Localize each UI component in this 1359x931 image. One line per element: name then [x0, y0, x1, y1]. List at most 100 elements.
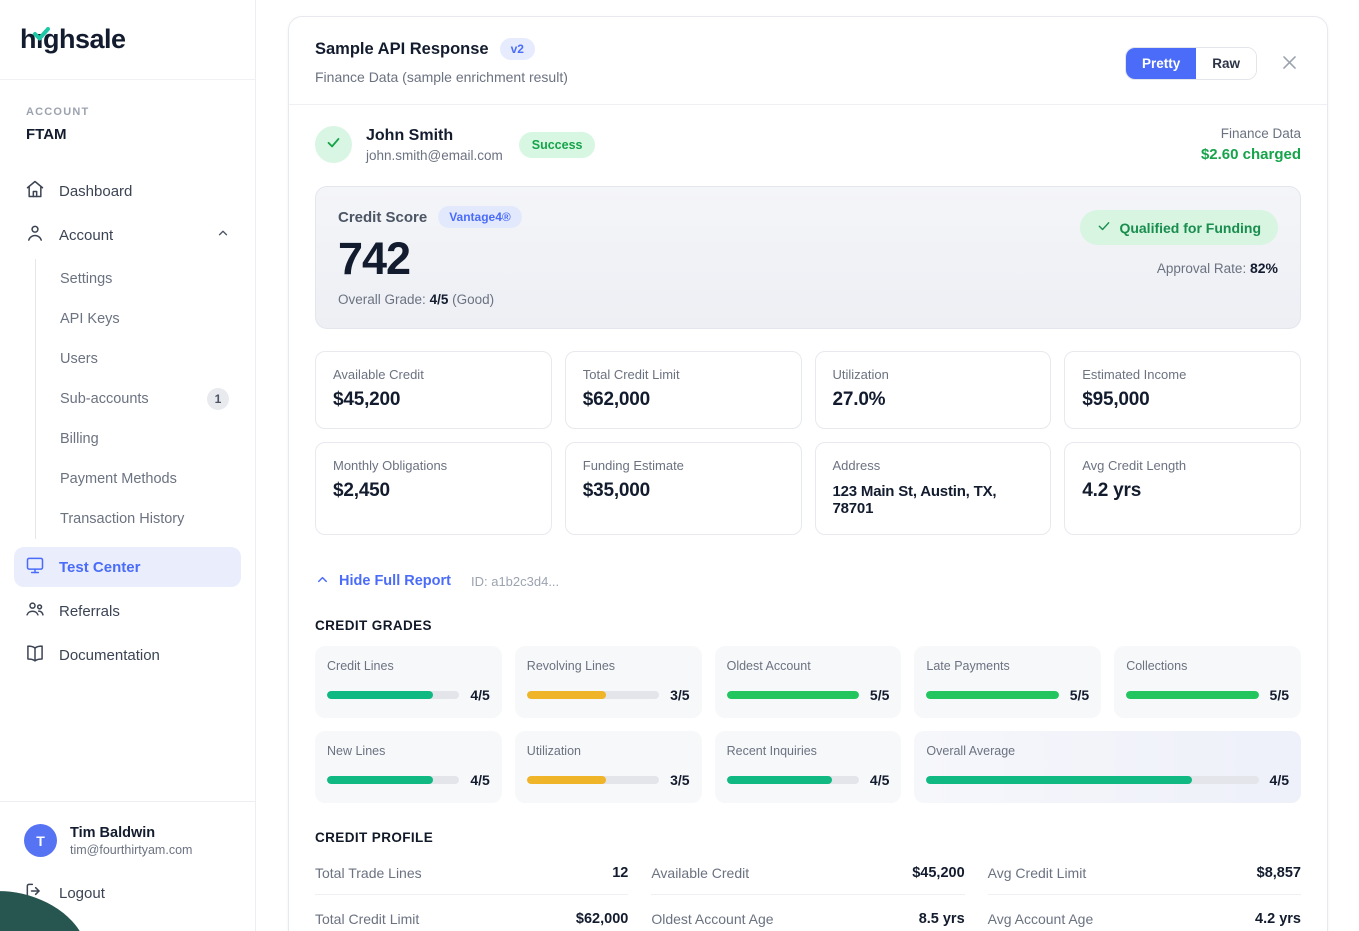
stat-value: 123 Main St, Austin, TX, 78701: [833, 483, 1034, 517]
profile-label: Avg Credit Limit: [988, 865, 1087, 881]
stat-card-funding-estimate: Funding Estimate $35,000: [565, 442, 802, 535]
grade-label: Overall Grade:: [338, 292, 426, 307]
people-icon: [25, 599, 45, 623]
grade-score: 5/5: [870, 687, 889, 703]
stat-card-avg-credit-length: Avg Credit Length 4.2 yrs: [1064, 442, 1301, 535]
logout-label: Logout: [59, 885, 105, 902]
customer-email: john.smith@email.com: [366, 148, 503, 163]
stat-value: $35,000: [583, 480, 784, 502]
raw-button[interactable]: Raw: [1196, 48, 1256, 79]
overall-grade-line: Overall Grade: 4/5 (Good): [338, 292, 522, 307]
charge-amount: $2.60 charged: [1201, 146, 1301, 163]
close-button[interactable]: [1278, 51, 1301, 77]
stat-label: Address: [833, 458, 1034, 473]
grade-note: (Good): [452, 292, 494, 307]
status-badge: Success: [519, 132, 596, 158]
profile-label: Total Credit Limit: [315, 911, 419, 927]
hide-full-report-button[interactable]: Hide Full Report: [315, 572, 451, 591]
customer-name: John Smith: [366, 127, 503, 145]
grade-label: Overall Average: [926, 744, 1289, 758]
stat-label: Total Credit Limit: [583, 367, 784, 382]
profile-label: Available Credit: [651, 865, 749, 881]
stat-value: $2,450: [333, 480, 534, 502]
grade-score: 3/5: [670, 772, 689, 788]
report-id: ID: a1b2c3d4...: [471, 574, 559, 589]
sidebar-item-referrals[interactable]: Referrals: [14, 591, 241, 631]
success-check-avatar: [315, 126, 352, 163]
sub-item-label: Billing: [60, 431, 99, 447]
sidebar-footer: T Tim Baldwin tim@fourthirtyam.com Logou…: [0, 801, 255, 931]
stat-card-address: Address 123 Main St, Austin, TX, 78701: [815, 442, 1052, 535]
close-icon: [1280, 53, 1299, 75]
profile-value: 8.5 yrs: [919, 911, 965, 927]
sidebar-item-sub-accounts[interactable]: Sub-accounts 1: [36, 379, 241, 419]
profile-row-total-trade-lines: Total Trade Lines 12: [315, 849, 628, 895]
main-area: Sample API Response v2 Finance Data (sam…: [256, 0, 1359, 931]
grade-card-collections: Collections 5/5: [1114, 646, 1301, 718]
check-icon: [325, 134, 342, 156]
pretty-button[interactable]: Pretty: [1126, 48, 1196, 79]
person-icon: [25, 223, 45, 247]
progress-bar: [327, 691, 459, 699]
sidebar-item-account[interactable]: Account: [14, 215, 241, 255]
progress-bar: [727, 776, 859, 784]
stat-card-estimated-income: Estimated Income $95,000: [1064, 351, 1301, 429]
account-name: FTAM: [26, 126, 229, 143]
grade-card-recent-inquiries: Recent Inquiries 4/5: [715, 731, 902, 803]
grade-card-utilization: Utilization 3/5: [515, 731, 702, 803]
panel-body: John Smith john.smith@email.com Success …: [289, 105, 1327, 931]
logout-button[interactable]: Logout: [24, 881, 231, 905]
grade-card-revolving-lines: Revolving Lines 3/5: [515, 646, 702, 718]
count-badge: 1: [207, 388, 229, 410]
user-row: T Tim Baldwin tim@fourthirtyam.com: [24, 824, 231, 857]
user-name: Tim Baldwin: [70, 825, 192, 841]
grade-score: 3/5: [670, 687, 689, 703]
home-icon: [25, 179, 45, 203]
avatar: T: [24, 824, 57, 857]
stat-label: Estimated Income: [1082, 367, 1283, 382]
sidebar-item-dashboard[interactable]: Dashboard: [14, 171, 241, 211]
sidebar-item-documentation[interactable]: Documentation: [14, 635, 241, 675]
profile-row-avg-credit-limit: Avg Credit Limit $8,857: [988, 849, 1301, 895]
progress-bar: [527, 691, 659, 699]
stat-label: Avg Credit Length: [1082, 458, 1283, 473]
sidebar-item-payment-methods[interactable]: Payment Methods: [36, 459, 241, 499]
result-header: John Smith john.smith@email.com Success …: [315, 126, 1301, 163]
stat-label: Monthly Obligations: [333, 458, 534, 473]
credit-profile-grid: Total Trade Lines 12 Available Credit $4…: [315, 849, 1301, 931]
user-email: tim@fourthirtyam.com: [70, 843, 192, 857]
sidebar: hıghsale ACCOUNT FTAM Dashboard Account …: [0, 0, 256, 931]
progress-bar: [727, 691, 859, 699]
panel-header: Sample API Response v2 Finance Data (sam…: [289, 17, 1327, 105]
approval-rate-line: Approval Rate: 82%: [1157, 260, 1278, 276]
profile-value: 4.2 yrs: [1255, 911, 1301, 927]
account-block: ACCOUNT FTAM: [0, 80, 255, 153]
stat-value: 4.2 yrs: [1082, 480, 1283, 502]
grade-label: Revolving Lines: [527, 659, 690, 673]
sub-item-label: Payment Methods: [60, 471, 177, 487]
report-toggle-row: Hide Full Report ID: a1b2c3d4...: [315, 572, 1301, 591]
sidebar-item-transaction-history[interactable]: Transaction History: [36, 499, 241, 539]
sidebar-item-test-center[interactable]: Test Center: [14, 547, 241, 587]
profile-value: $62,000: [576, 911, 628, 927]
stat-value: $62,000: [583, 389, 784, 411]
score-model-badge: Vantage4®: [438, 206, 522, 228]
sidebar-nav: Dashboard Account Settings API Keys User…: [0, 153, 255, 801]
sidebar-item-users[interactable]: Users: [36, 339, 241, 379]
grade-score: 4/5: [470, 687, 489, 703]
sidebar-item-billing[interactable]: Billing: [36, 419, 241, 459]
sidebar-item-label: Documentation: [59, 647, 160, 664]
profile-row-total-credit-limit: Total Credit Limit $62,000: [315, 895, 628, 931]
progress-bar: [1126, 691, 1258, 699]
sidebar-item-api-keys[interactable]: API Keys: [36, 299, 241, 339]
sidebar-item-label: Test Center: [59, 559, 140, 576]
credit-profile-heading: CREDIT PROFILE: [315, 830, 1301, 845]
view-mode-toggle: Pretty Raw: [1125, 47, 1257, 80]
sidebar-item-settings[interactable]: Settings: [36, 259, 241, 299]
credit-grades-heading: CREDIT GRADES: [315, 618, 1301, 633]
progress-bar: [527, 776, 659, 784]
grade-label: Collections: [1126, 659, 1289, 673]
credit-score-label: Credit Score: [338, 209, 427, 226]
sidebar-item-label: Dashboard: [59, 183, 132, 200]
profile-label: Avg Account Age: [988, 911, 1094, 927]
